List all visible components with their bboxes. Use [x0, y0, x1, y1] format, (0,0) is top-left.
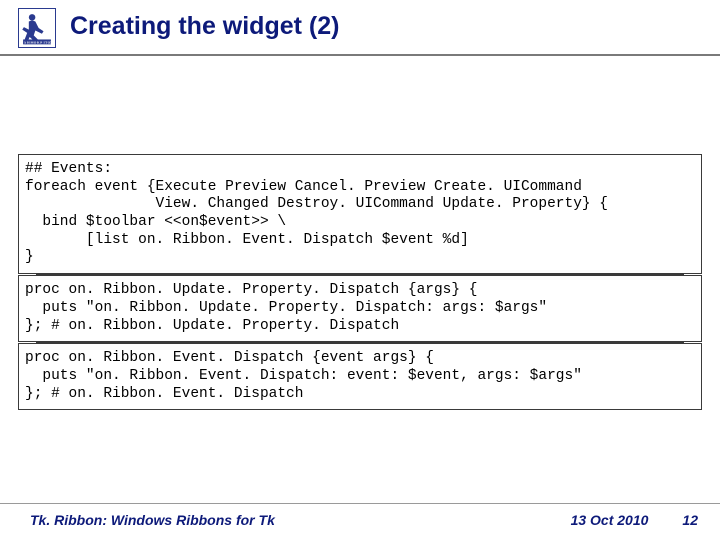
- footer-date: 13 Oct 2010: [571, 512, 649, 528]
- logo-icon: ΔHM OKP ITOΣ: [18, 8, 56, 48]
- svg-text:Δ: Δ: [24, 41, 26, 45]
- slide-title: Creating the widget (2): [70, 8, 339, 41]
- footer-page-number: 12: [682, 512, 698, 528]
- footer-left: Tk. Ribbon: Windows Ribbons for Tk: [30, 512, 275, 528]
- slide-header: ΔHM OKP ITOΣ Creating the widget (2): [0, 0, 720, 48]
- slide-content: ## Events: foreach event {Execute Previe…: [0, 56, 720, 410]
- code-block-events: ## Events: foreach event {Execute Previe…: [18, 154, 702, 274]
- code-block-event-dispatch: proc on. Ribbon. Event. Dispatch {event …: [18, 343, 702, 410]
- svg-text:P: P: [40, 41, 42, 45]
- footer-divider: [0, 503, 720, 504]
- code-block-update-dispatch: proc on. Ribbon. Update. Property. Dispa…: [18, 275, 702, 342]
- svg-text:Σ: Σ: [50, 41, 52, 45]
- slide-footer: Tk. Ribbon: Windows Ribbons for Tk 13 Oc…: [0, 512, 720, 528]
- slide: ΔHM OKP ITOΣ Creating the widget (2) ## …: [0, 0, 720, 540]
